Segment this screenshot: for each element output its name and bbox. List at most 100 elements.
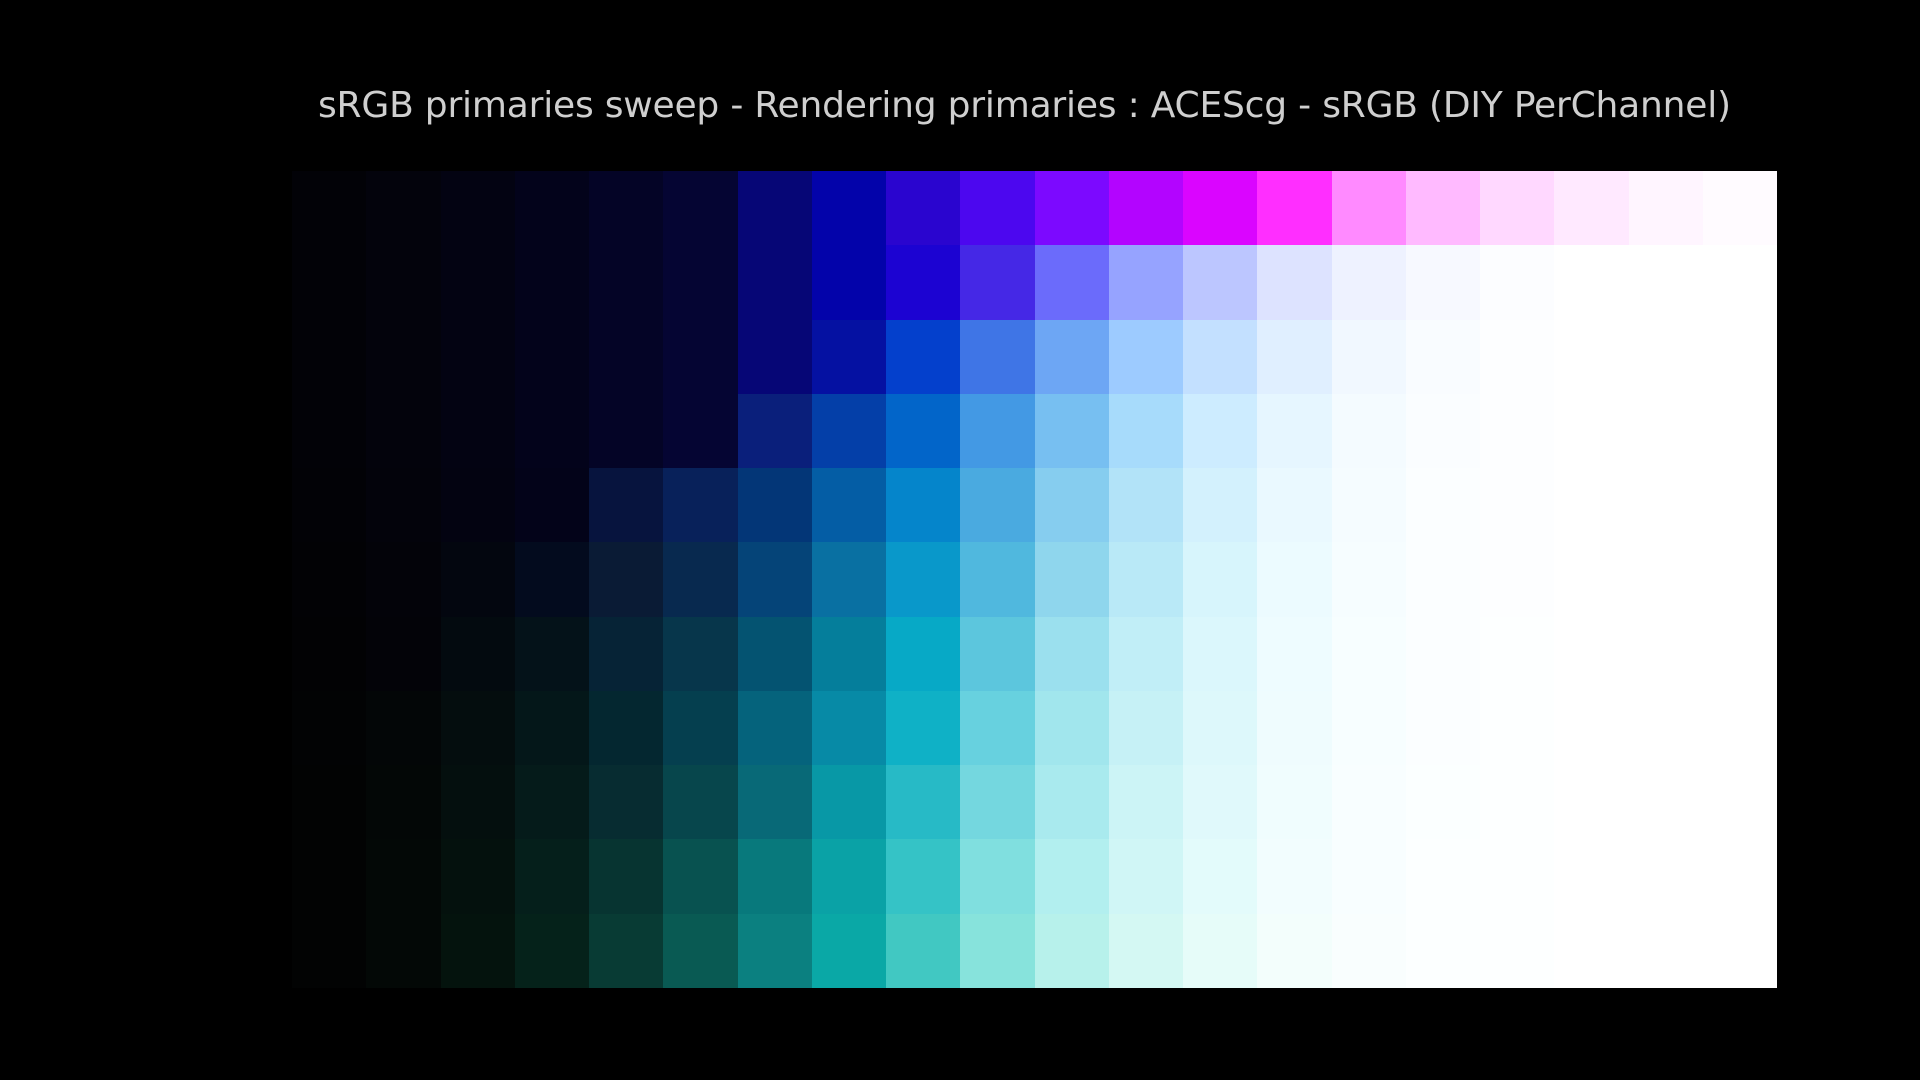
color-swatch (1702, 765, 1777, 840)
color-swatch (1108, 393, 1183, 469)
color-swatch (811, 542, 886, 617)
color-swatch (1554, 542, 1629, 617)
color-swatch (1183, 542, 1258, 617)
color-swatch (1628, 765, 1703, 840)
color-swatch (663, 393, 738, 469)
color-swatch (1480, 245, 1555, 320)
color-swatch (811, 913, 886, 988)
color-swatch (1257, 542, 1332, 617)
color-swatch (1034, 839, 1109, 914)
color-swatch (663, 765, 738, 840)
color-swatch (1034, 542, 1109, 617)
color-swatch (1257, 839, 1332, 914)
color-swatch (366, 393, 441, 469)
color-swatch (1331, 319, 1406, 394)
color-swatch (1108, 542, 1183, 617)
color-swatch (1183, 839, 1258, 914)
color-swatch (960, 319, 1035, 394)
color-swatch (589, 171, 664, 246)
color-swatch (1331, 171, 1406, 246)
color-swatch (1702, 245, 1777, 320)
color-swatch (737, 393, 812, 469)
color-swatch (589, 913, 664, 988)
color-swatch (737, 542, 812, 617)
color-swatch (1480, 690, 1555, 766)
color-swatch (292, 171, 367, 246)
primaries-sweep-grid (292, 171, 1777, 988)
color-swatch (1554, 245, 1629, 320)
color-swatch (1405, 319, 1480, 394)
color-swatch (811, 616, 886, 691)
color-swatch (1034, 245, 1109, 320)
color-swatch (589, 839, 664, 914)
color-swatch (1257, 393, 1332, 469)
color-swatch (1108, 690, 1183, 766)
color-swatch (514, 245, 589, 320)
color-swatch (366, 765, 441, 840)
color-swatch (1331, 542, 1406, 617)
color-swatch (737, 245, 812, 320)
color-swatch (1628, 319, 1703, 394)
color-swatch (886, 690, 961, 766)
color-swatch (514, 542, 589, 617)
color-swatch (1183, 690, 1258, 766)
color-swatch (1183, 171, 1258, 246)
color-swatch (960, 542, 1035, 617)
color-swatch (440, 765, 515, 840)
color-swatch (663, 913, 738, 988)
color-swatch (1331, 393, 1406, 469)
color-swatch (1405, 393, 1480, 469)
color-swatch (589, 542, 664, 617)
color-swatch (292, 616, 367, 691)
color-swatch (292, 393, 367, 469)
color-swatch (292, 468, 367, 543)
color-swatch (440, 913, 515, 988)
color-swatch (1702, 839, 1777, 914)
color-swatch (1108, 319, 1183, 394)
color-swatch (737, 171, 812, 246)
color-swatch (1554, 913, 1629, 988)
color-swatch (292, 542, 367, 617)
color-swatch (1034, 319, 1109, 394)
color-swatch (1183, 393, 1258, 469)
color-swatch (811, 468, 886, 543)
color-swatch (1628, 468, 1703, 543)
color-swatch (960, 171, 1035, 246)
color-swatch (663, 245, 738, 320)
color-swatch (514, 913, 589, 988)
color-swatch (960, 690, 1035, 766)
color-swatch (1405, 171, 1480, 246)
color-swatch (960, 616, 1035, 691)
color-swatch (960, 393, 1035, 469)
color-swatch (589, 616, 664, 691)
color-swatch (663, 542, 738, 617)
color-swatch (440, 171, 515, 246)
color-swatch (1628, 913, 1703, 988)
color-swatch (1480, 319, 1555, 394)
color-swatch (1257, 913, 1332, 988)
color-swatch (737, 765, 812, 840)
color-swatch (1034, 913, 1109, 988)
color-swatch (1405, 839, 1480, 914)
color-swatch (292, 839, 367, 914)
color-swatch (440, 245, 515, 320)
color-swatch (1183, 468, 1258, 543)
color-swatch (292, 765, 367, 840)
color-swatch (589, 393, 664, 469)
color-swatch (1480, 542, 1555, 617)
color-swatch (737, 319, 812, 394)
color-swatch (1628, 245, 1703, 320)
color-swatch (1554, 319, 1629, 394)
color-swatch (1628, 839, 1703, 914)
color-swatch (589, 765, 664, 840)
color-swatch (811, 393, 886, 469)
color-swatch (1331, 913, 1406, 988)
color-swatch (1183, 913, 1258, 988)
color-swatch (1108, 913, 1183, 988)
color-swatch (1405, 913, 1480, 988)
color-swatch (1034, 690, 1109, 766)
color-swatch (1257, 616, 1332, 691)
color-swatch (1108, 468, 1183, 543)
color-swatch (440, 542, 515, 617)
color-swatch (1480, 765, 1555, 840)
